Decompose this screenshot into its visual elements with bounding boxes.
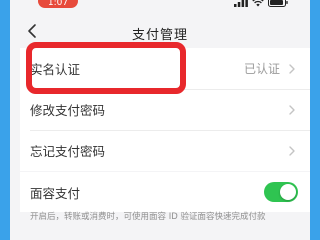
device-frame-right: [310, 0, 320, 240]
face-pay-toggle[interactable]: [264, 182, 298, 202]
chevron-right-icon: [289, 104, 295, 115]
chevron-right-icon: [289, 145, 295, 156]
change-payment-password-row[interactable]: 修改支付密码: [20, 89, 310, 130]
battery-icon: [268, 0, 288, 7]
row-label: 修改支付密码: [30, 103, 106, 118]
page-title: 支付管理: [131, 28, 188, 43]
verification-status: 已认证: [243, 62, 280, 76]
face-pay-group: 面容支付: [20, 172, 310, 212]
row-label: 忘记支付密码: [30, 144, 106, 159]
row-label: 面容支付: [30, 186, 81, 201]
device-frame-left: [0, 0, 10, 240]
screen: 1:07 支付管理 实名认证 已认证 修改支付密码 忘记支付密码 面容支付 开启…: [10, 0, 310, 240]
toggle-knob: [280, 184, 296, 200]
navigation-bar: 支付管理: [10, 18, 310, 44]
status-time: 1:07: [38, 0, 78, 8]
chevron-right-icon: [289, 63, 295, 74]
forgot-payment-password-row[interactable]: 忘记支付密码: [20, 130, 310, 171]
highlight-annotation: [26, 42, 186, 94]
status-bar: 1:07: [10, 0, 310, 14]
status-icons: [234, 0, 288, 7]
signal-icon: [234, 0, 248, 7]
wifi-icon: [252, 0, 264, 7]
face-pay-footnote: 开启后，转账或消费时，可使用面容 ID 验证面容快速完成付款: [30, 212, 266, 222]
